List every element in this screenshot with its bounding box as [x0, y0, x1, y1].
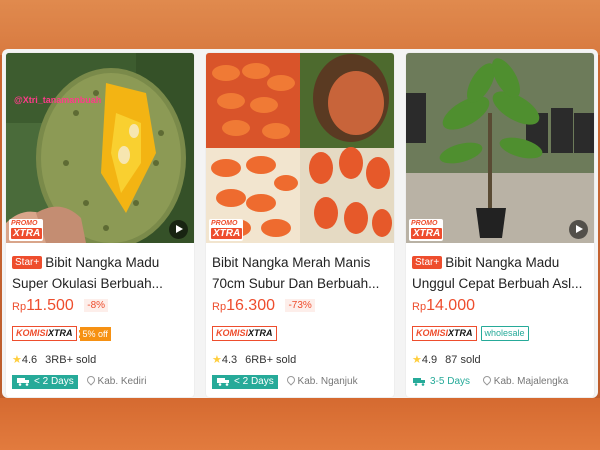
- currency: Rp: [212, 301, 227, 313]
- xtra-label: XTRA: [411, 228, 443, 239]
- product-title[interactable]: Star+ Bibit Nangka Madu Super Okulasi Ber…: [12, 252, 188, 294]
- discount-voucher-tag: 5% off: [78, 326, 111, 341]
- star-plus-badge: Star+: [412, 256, 443, 269]
- promo-label: PROMO: [411, 220, 438, 227]
- xtra-label: XTRA: [211, 228, 243, 239]
- location-pin-icon: [481, 374, 493, 386]
- komisi-xtra-badge: KOMISIXTRA: [212, 326, 277, 342]
- discount-badge: -73%: [285, 299, 315, 312]
- rating-value: 4.9: [421, 354, 438, 366]
- product-price: Rp11.500 -8%: [12, 297, 109, 315]
- delivery-time: 3-5 Days: [430, 376, 471, 387]
- rating-value: 4.3: [221, 354, 238, 366]
- currency: Rp: [12, 301, 27, 313]
- background-blur-top: [0, 0, 600, 55]
- delivery-badge: < 2 Days: [212, 375, 278, 389]
- promo-xtra-badge: PROMO XTRA: [409, 219, 443, 241]
- delivery-badge: 3-5 Days: [412, 375, 474, 389]
- wholesale-tag: wholesale: [480, 326, 529, 342]
- promo-xtra-badge: PROMO XTRA: [9, 219, 43, 241]
- location-text: Kab. Majalengka: [493, 376, 569, 387]
- komisi-label: KOMISI: [16, 328, 49, 339]
- promo-xtra-badge: PROMO XTRA: [209, 219, 243, 241]
- image-watermark: @Xtri_tanamanbuah: [14, 95, 102, 105]
- rating-value: 4.6: [21, 354, 38, 366]
- shipping-row: < 2 Days Kab. Kediri: [12, 374, 147, 389]
- xtra-label: XTRA: [48, 328, 73, 339]
- rating-row: ★4.9 87 sold: [412, 353, 481, 366]
- delivery-time: < 2 Days: [34, 376, 74, 387]
- price-value: 14.000: [426, 297, 475, 314]
- currency: Rp: [412, 301, 427, 313]
- star-icon: ★: [12, 354, 22, 366]
- truck-icon: [413, 378, 425, 386]
- truck-icon: [17, 378, 29, 386]
- product-card[interactable]: @Xtri_tanamanbuah PROMO XTRA Star+ Bibit …: [6, 53, 194, 397]
- product-title[interactable]: Star+ Bibit Nangka Madu Unggul Cepat Berb…: [412, 252, 588, 294]
- star-icon: ★: [212, 354, 222, 366]
- product-title-text: Bibit Nangka Merah Manis 70cm Subur Dan …: [212, 255, 380, 291]
- product-card[interactable]: PROMO XTRA Bibit Nangka Merah Manis 70cm…: [206, 53, 394, 397]
- shipping-row: 3-5 Days Kab. Majalengka: [412, 374, 569, 389]
- rating-row: ★4.3 6RB+ sold: [212, 353, 296, 366]
- video-play-icon[interactable]: [569, 220, 588, 239]
- xtra-label: XTRA: [448, 328, 473, 339]
- price-value: 11.500: [26, 297, 74, 314]
- sold-count: 3RB+ sold: [45, 354, 97, 366]
- location-pin-icon: [84, 374, 97, 386]
- location: Kab. Majalengka: [481, 374, 569, 387]
- discount-badge: -8%: [84, 299, 109, 312]
- delivery-time: < 2 Days: [234, 376, 274, 387]
- product-image[interactable]: [206, 53, 394, 243]
- komisi-label: KOMISI: [216, 328, 249, 339]
- badges-row: KOMISIXTRA 5% off: [12, 325, 111, 343]
- sold-count: 87 sold: [445, 354, 481, 366]
- star-icon: ★: [412, 354, 422, 366]
- truck-icon: [217, 378, 229, 386]
- product-card[interactable]: PROMO XTRA Star+ Bibit Nangka Madu Unggul…: [406, 53, 594, 397]
- location-pin-icon: [284, 374, 297, 386]
- promo-label: PROMO: [211, 220, 238, 227]
- xtra-label: XTRA: [11, 228, 43, 239]
- background-blur-bottom: [0, 398, 600, 450]
- product-price: Rp14.000: [412, 297, 475, 315]
- promo-label: PROMO: [11, 220, 38, 227]
- rating-row: ★4.6 3RB+ sold: [12, 353, 96, 366]
- video-play-icon[interactable]: [169, 220, 188, 239]
- shipping-row: < 2 Days Kab. Nganjuk: [212, 374, 358, 389]
- product-image[interactable]: @Xtri_tanamanbuah: [6, 53, 194, 243]
- sold-count: 6RB+ sold: [245, 354, 297, 366]
- price-value: 16.300: [226, 297, 275, 314]
- product-price: Rp16.300 -73%: [212, 297, 315, 315]
- product-image[interactable]: [406, 53, 594, 243]
- location-text: Kab. Nganjuk: [297, 376, 358, 387]
- xtra-label: XTRA: [248, 328, 273, 339]
- product-title[interactable]: Bibit Nangka Merah Manis 70cm Subur Dan …: [212, 252, 388, 294]
- location-text: Kab. Kediri: [97, 376, 147, 387]
- badges-row: KOMISIXTRA: [212, 325, 277, 343]
- komisi-xtra-badge: KOMISIXTRA: [412, 326, 477, 342]
- komisi-label: KOMISI: [416, 328, 449, 339]
- delivery-badge: < 2 Days: [12, 375, 78, 389]
- star-plus-badge: Star+: [12, 256, 43, 269]
- badges-row: KOMISIXTRA wholesale: [412, 325, 529, 343]
- location: Kab. Kediri: [84, 374, 147, 387]
- komisi-xtra-badge: KOMISIXTRA: [12, 326, 77, 342]
- location: Kab. Nganjuk: [284, 374, 358, 387]
